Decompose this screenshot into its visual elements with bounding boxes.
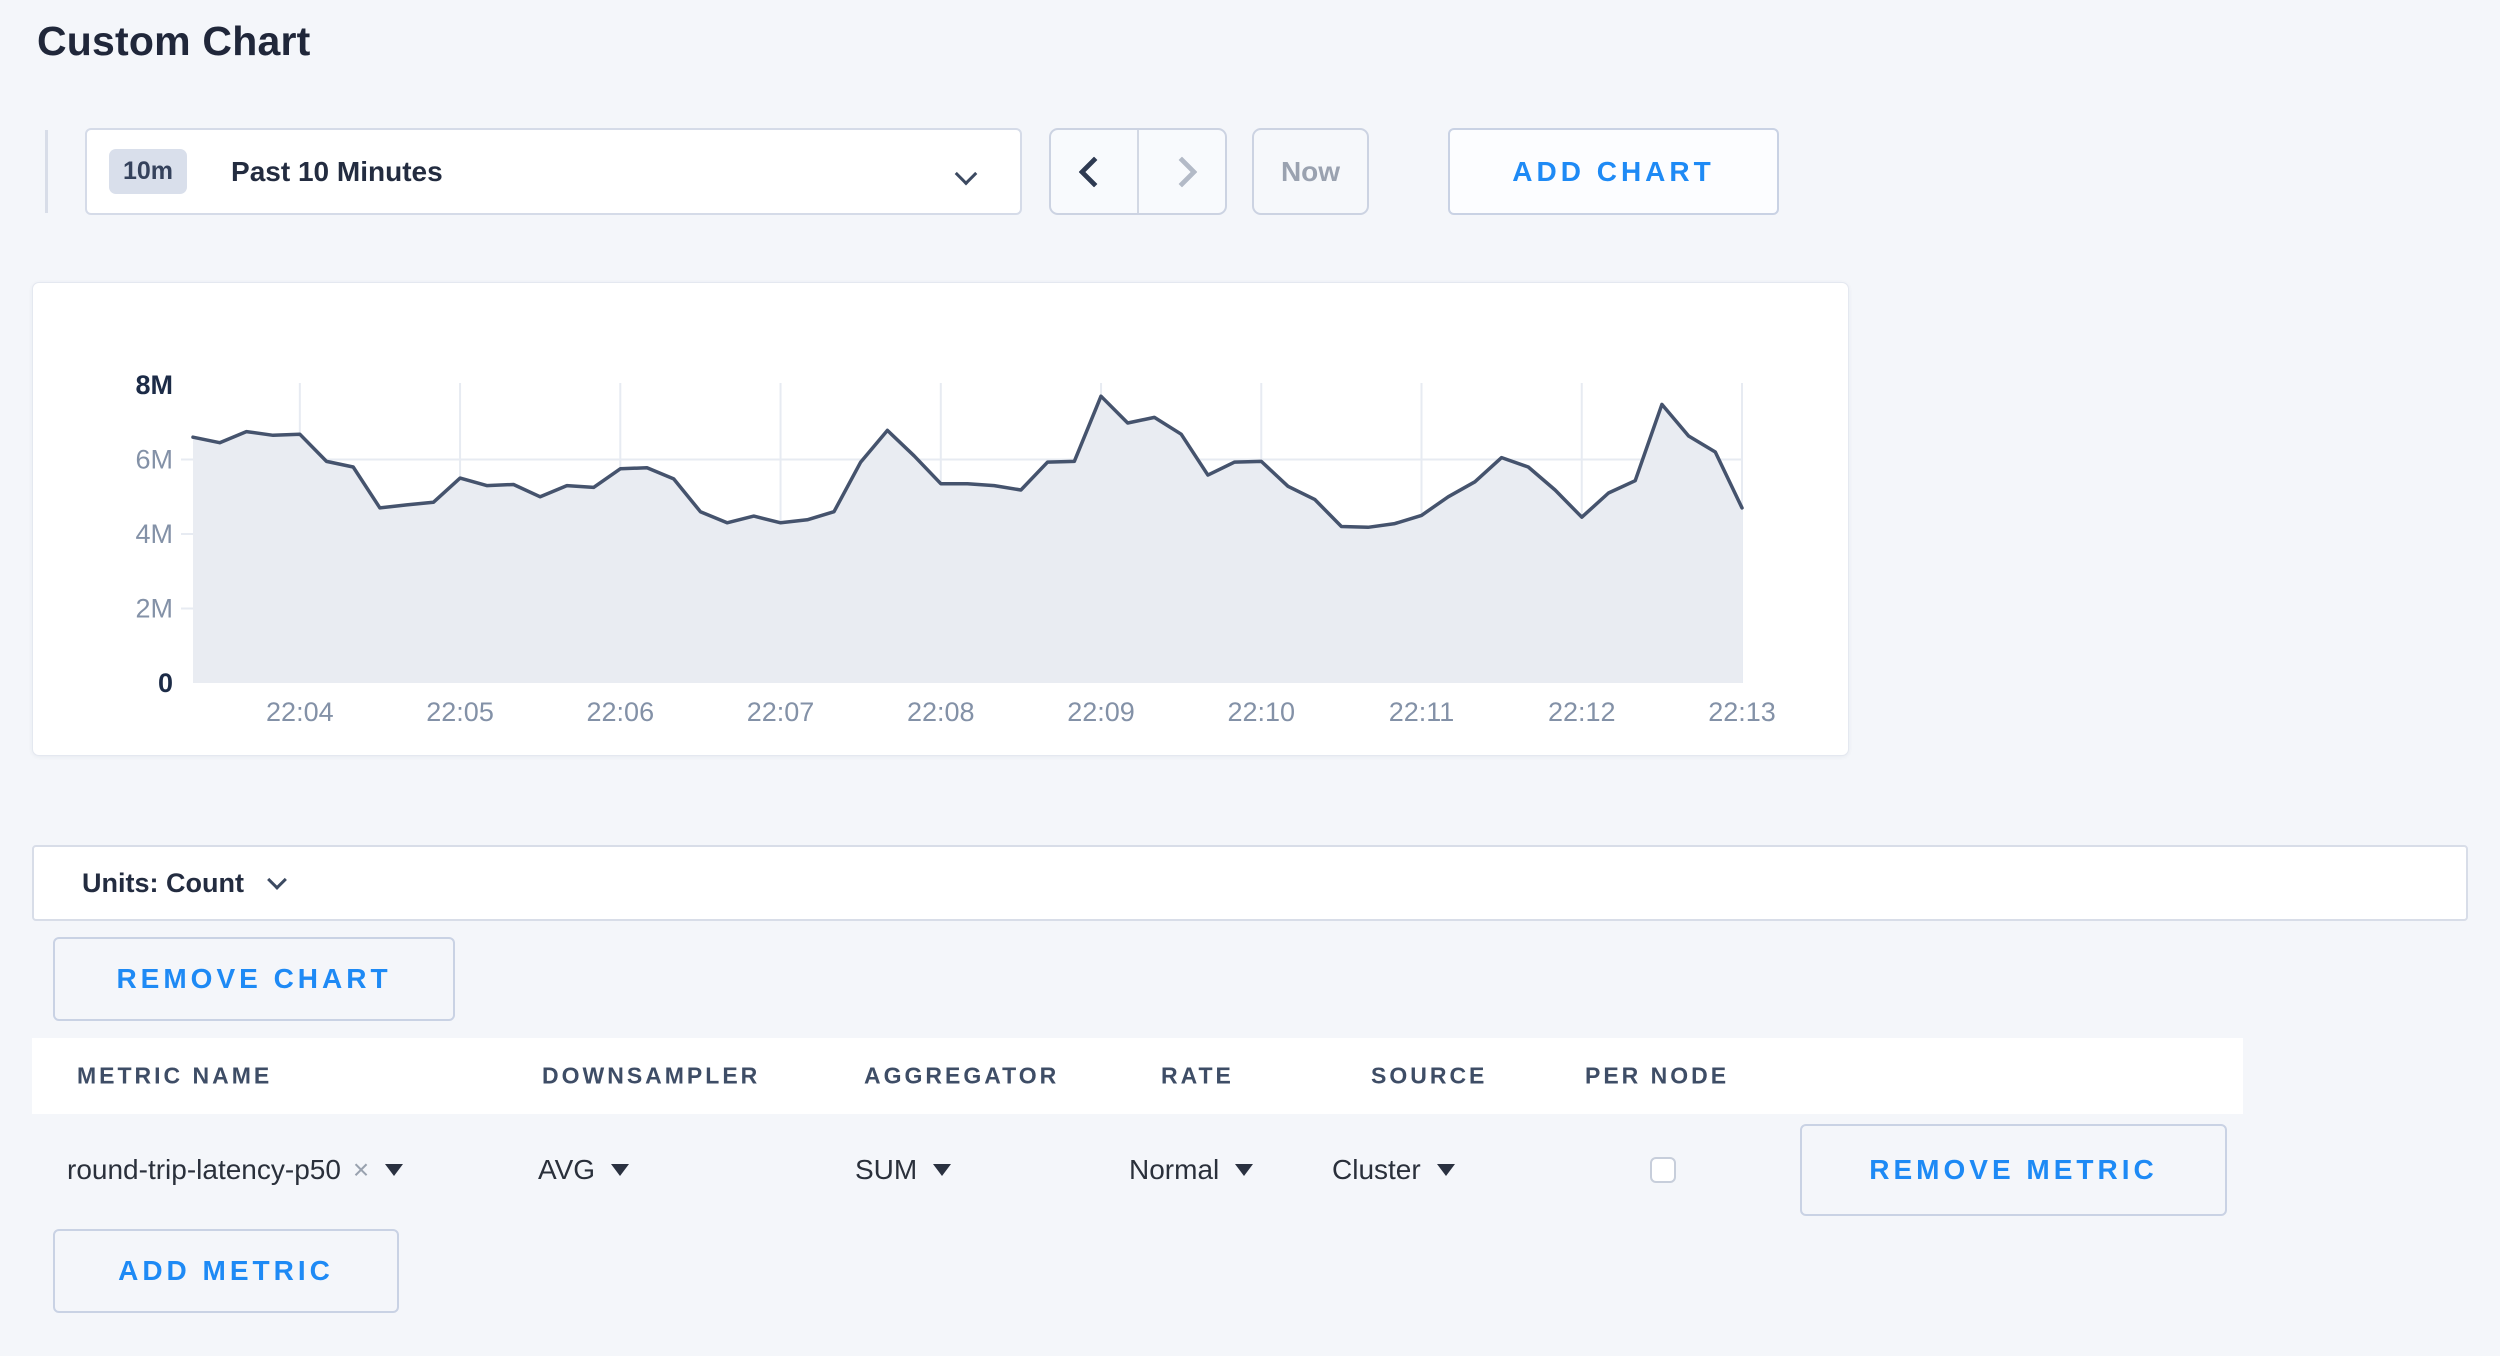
svg-text:6M: 6M — [135, 445, 173, 475]
svg-text:22:10: 22:10 — [1227, 697, 1295, 727]
time-back-button[interactable] — [1051, 130, 1137, 213]
chevron-down-icon — [267, 870, 287, 890]
now-button[interactable]: Now — [1252, 128, 1369, 215]
triangle-down-icon — [1437, 1164, 1455, 1176]
chart-card: 8M 6M 4M 2M 0 22:04 22:05 22:06 22:07 22:08 22:09 2… — [32, 282, 1849, 756]
svg-text:22:09: 22:09 — [1067, 697, 1135, 727]
chevron-left-icon — [1078, 156, 1109, 187]
metric-name-dropdown[interactable]: round-trip-latency-p50 × — [67, 1154, 403, 1186]
column-per-node: PER NODE — [1585, 1063, 1729, 1090]
svg-text:22:07: 22:07 — [747, 697, 815, 727]
svg-text:22:13: 22:13 — [1708, 697, 1776, 727]
time-window-badge: 10m — [109, 149, 187, 194]
per-node-checkbox[interactable] — [1650, 1157, 1676, 1183]
remove-metric-button[interactable]: REMOVE METRIC — [1800, 1124, 2227, 1216]
units-dropdown[interactable]: Units: Count — [32, 845, 2468, 921]
aggregator-value: SUM — [855, 1154, 917, 1186]
svg-text:2M: 2M — [135, 594, 173, 624]
metric-chart[interactable]: 8M 6M 4M 2M 0 22:04 22:05 22:06 22:07 22:08 22:09 2… — [33, 283, 1846, 753]
units-label: Units: Count — [82, 868, 244, 899]
svg-text:22:06: 22:06 — [587, 697, 655, 727]
downsampler-value: AVG — [538, 1154, 595, 1186]
chevron-down-icon — [955, 163, 978, 186]
svg-text:22:08: 22:08 — [907, 697, 975, 727]
add-chart-button[interactable]: ADD CHART — [1448, 128, 1779, 215]
toolbar-left-divider — [45, 130, 48, 213]
svg-text:8M: 8M — [135, 370, 173, 400]
triangle-down-icon — [385, 1164, 403, 1176]
rate-value: Normal — [1129, 1154, 1219, 1186]
triangle-down-icon — [933, 1164, 951, 1176]
custom-chart-page: Custom Chart 10m Past 10 Minutes Now ADD… — [0, 0, 2500, 1356]
metric-row: round-trip-latency-p50 × AVG SUM Normal … — [32, 1124, 2468, 1216]
downsampler-dropdown[interactable]: AVG — [538, 1154, 629, 1186]
clear-metric-icon[interactable]: × — [353, 1154, 369, 1186]
triangle-down-icon — [1235, 1164, 1253, 1176]
source-value: Cluster — [1332, 1154, 1421, 1186]
time-range-label: Past 10 Minutes — [231, 156, 443, 188]
column-source: SOURCE — [1371, 1063, 1487, 1090]
rate-dropdown[interactable]: Normal — [1129, 1154, 1253, 1186]
column-metric-name: METRIC NAME — [77, 1063, 272, 1090]
triangle-down-icon — [611, 1164, 629, 1176]
svg-text:22:12: 22:12 — [1548, 697, 1616, 727]
svg-text:22:11: 22:11 — [1389, 697, 1455, 727]
add-metric-button[interactable]: ADD METRIC — [53, 1229, 399, 1313]
metrics-table-header: METRIC NAME DOWNSAMPLER AGGREGATOR RATE … — [32, 1038, 2243, 1114]
column-rate: RATE — [1161, 1063, 1234, 1090]
time-range-dropdown[interactable]: 10m Past 10 Minutes — [85, 128, 1022, 215]
svg-text:22:04: 22:04 — [266, 697, 334, 727]
page-title: Custom Chart — [37, 18, 310, 65]
metric-name-value: round-trip-latency-p50 — [67, 1154, 341, 1186]
svg-text:4M: 4M — [135, 519, 173, 549]
svg-text:22:05: 22:05 — [426, 697, 494, 727]
column-downsampler: DOWNSAMPLER — [542, 1063, 760, 1090]
source-dropdown[interactable]: Cluster — [1332, 1154, 1455, 1186]
svg-text:0: 0 — [158, 668, 173, 698]
chevron-right-icon — [1166, 156, 1197, 187]
aggregator-dropdown[interactable]: SUM — [855, 1154, 951, 1186]
remove-chart-button[interactable]: REMOVE CHART — [53, 937, 455, 1021]
time-pager — [1049, 128, 1227, 215]
toolbar: 10m Past 10 Minutes Now ADD CHART — [0, 128, 2500, 215]
time-forward-button[interactable] — [1137, 130, 1225, 213]
column-aggregator: AGGREGATOR — [864, 1063, 1059, 1090]
